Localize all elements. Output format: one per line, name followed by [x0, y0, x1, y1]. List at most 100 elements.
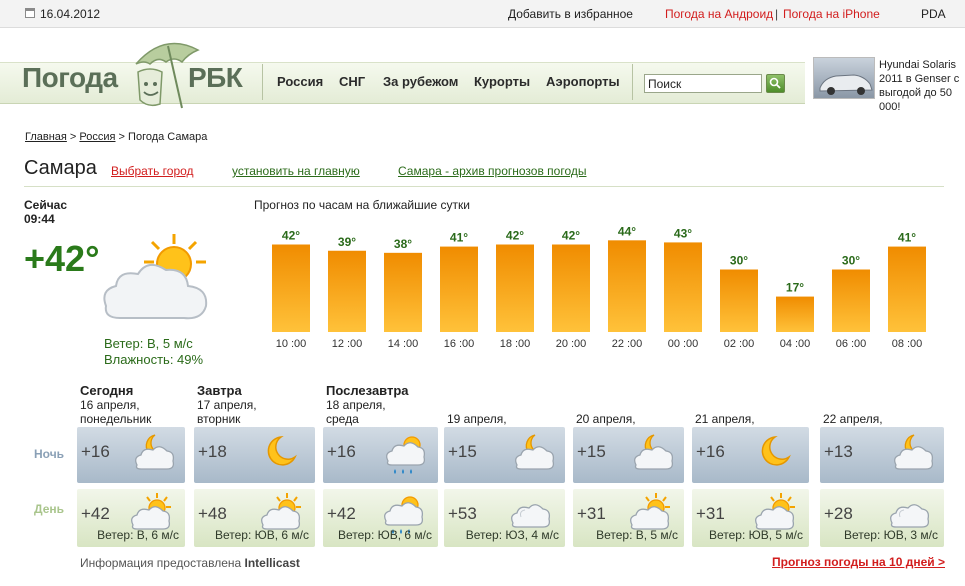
nav-item-resorts[interactable]: Курорты	[474, 74, 530, 89]
hourly-time-label: 12 :00	[332, 338, 363, 350]
nav-item-abroad[interactable]: За рубежом	[383, 74, 458, 89]
day-weekday: вторник	[197, 412, 241, 426]
day-header: Послезавтра 18 апреля, среда	[326, 384, 409, 427]
search-button[interactable]	[766, 74, 785, 93]
day-temperature: +31	[577, 504, 606, 523]
search-input[interactable]	[644, 74, 762, 93]
day-temperature: +42	[81, 504, 110, 523]
day-header: Сегодня 16 апреля, понедельник	[80, 383, 151, 427]
day-temperature: +28	[824, 504, 853, 523]
hourly-time-label: 18 :00	[500, 338, 531, 350]
hourly-time-label: 04 :00	[780, 338, 811, 350]
night-temperature: +18	[198, 442, 227, 461]
source-info: Информация предоставлена Intellicast	[80, 556, 300, 570]
day-cell[interactable]: +42 Ветер: ЮВ, 6 м/с	[323, 489, 438, 547]
source-prefix: Информация предоставлена	[80, 556, 245, 570]
day-cell[interactable]: +42 Ветер: В, 6 м/с	[77, 489, 185, 547]
day-header: Завтра 17 апреля, вторник	[197, 383, 257, 427]
day-name: Сегодня	[80, 383, 134, 398]
top-bar: 16.04.2012 Добавить в избранное Погода н…	[0, 0, 965, 28]
pda-link[interactable]: PDA	[921, 7, 946, 21]
day-wind: Ветер: ЮВ, 6 м/с	[337, 528, 432, 542]
night-temperature: +15	[448, 442, 477, 461]
day-name: Завтра	[197, 383, 242, 398]
hourly-time-label: 00 :00	[668, 338, 699, 350]
moon-icon	[267, 435, 297, 466]
separator: |	[775, 7, 779, 21]
day-date: 17 апреля,	[197, 398, 257, 412]
archive-link[interactable]: Самара - архив прогнозов погоды	[398, 164, 587, 178]
night-temperature: +16	[696, 442, 725, 461]
nav-item-sng[interactable]: СНГ	[339, 74, 365, 89]
hourly-bar	[720, 269, 758, 332]
day-cell[interactable]: +28 Ветер: ЮВ, 3 м/с	[820, 489, 944, 547]
breadcrumb-home[interactable]: Главная	[25, 131, 67, 143]
hourly-time-label: 14 :00	[388, 338, 419, 350]
night-cell[interactable]: +15	[573, 427, 684, 483]
city-title: Самара	[24, 157, 97, 179]
hourly-value-label: 41°	[450, 231, 468, 245]
now-time: 09:44	[24, 212, 55, 226]
iphone-app-link[interactable]: Погода на iPhone	[783, 7, 880, 21]
day-cell[interactable]: +31 Ветер: ЮВ, 5 м/с	[692, 489, 809, 547]
breadcrumb-region[interactable]: Россия	[79, 131, 115, 143]
row-label-night: Ночь	[34, 447, 65, 461]
day-wind: Ветер: В, 5 м/с	[596, 528, 678, 542]
hourly-value-label: 42°	[562, 229, 580, 243]
cloud-moon-icon	[135, 434, 175, 470]
ten-day-forecast-link[interactable]: Прогноз погоды на 10 дней >	[772, 555, 945, 569]
night-cell[interactable]: +16	[692, 427, 809, 483]
day-wind: Ветер: В, 6 м/с	[97, 528, 179, 542]
hourly-value-label: 41°	[898, 231, 916, 245]
night-cell[interactable]: +16	[323, 427, 438, 483]
hourly-time-label: 02 :00	[724, 338, 755, 350]
hourly-bar	[272, 244, 310, 332]
hourly-value-label: 42°	[506, 229, 524, 243]
nav-item-airports[interactable]: Аэропорты	[546, 74, 620, 89]
hourly-value-label: 30°	[730, 254, 748, 268]
night-cell[interactable]: +18	[194, 427, 315, 483]
ad-text[interactable]: Hyundai Solaris 2011 в Genser с выгодой …	[816, 58, 965, 114]
night-cell[interactable]: +15	[444, 427, 565, 483]
hourly-time-label: 22 :00	[612, 338, 643, 350]
day-cell[interactable]: +53 Ветер: ЮЗ, 4 м/с	[444, 489, 565, 547]
cloud-moon-icon	[515, 434, 555, 470]
hourly-time-label: 10 :00	[276, 338, 307, 350]
now-label: Сейчас	[24, 198, 68, 212]
cloud-moon-icon	[894, 434, 934, 470]
set-home-link[interactable]: установить на главную	[232, 164, 360, 178]
day-date: 20 апреля,	[576, 412, 636, 426]
hourly-bar	[888, 246, 926, 332]
choose-city-link[interactable]: Выбрать город	[111, 164, 194, 178]
hourly-value-label: 44°	[618, 224, 636, 238]
night-cell[interactable]: +16	[77, 427, 185, 483]
hourly-bar	[440, 246, 478, 332]
night-temperature: +16	[81, 442, 110, 461]
moon-icon	[761, 435, 791, 466]
breadcrumb-separator: >	[66, 131, 80, 143]
add-favorites-link[interactable]: Добавить в избранное	[508, 7, 633, 21]
rain-cloud-icon	[386, 436, 426, 474]
day-cell[interactable]: +48 Ветер: ЮВ, 6 м/с	[194, 489, 315, 547]
hourly-value-label: 17°	[786, 281, 804, 295]
nav-item-russia[interactable]: Россия	[277, 74, 323, 89]
hourly-bar	[776, 296, 814, 332]
hourly-chart: 42° 10 :00 39° 12 :00 38° 14 :00 41° 16 :00 42° 1…	[272, 224, 926, 350]
row-label-day: День	[34, 502, 64, 516]
logo-text-pogoda[interactable]: Погода	[22, 62, 118, 94]
day-date: 21 апреля,	[695, 412, 755, 426]
now-conditions: Ветер: В, 5 м/с Влажность: 49%	[104, 336, 203, 368]
logo-text-rbk[interactable]: РБК	[188, 62, 243, 94]
night-temperature: +13	[824, 442, 853, 461]
nav-divider	[632, 64, 633, 100]
hourly-bar	[832, 269, 870, 332]
night-cell[interactable]: +13	[820, 427, 944, 483]
now-humidity: Влажность: 49%	[104, 352, 204, 367]
hourly-time-label: 08 :00	[892, 338, 923, 350]
day-wind: Ветер: ЮЗ, 4 м/с	[465, 528, 559, 542]
hourly-bar	[384, 252, 422, 332]
day-cell[interactable]: +31 Ветер: В, 5 м/с	[573, 489, 684, 547]
hourly-bar	[664, 242, 702, 332]
android-app-link[interactable]: Погода на Андроид	[665, 7, 773, 21]
day-temperature: +53	[448, 504, 477, 523]
